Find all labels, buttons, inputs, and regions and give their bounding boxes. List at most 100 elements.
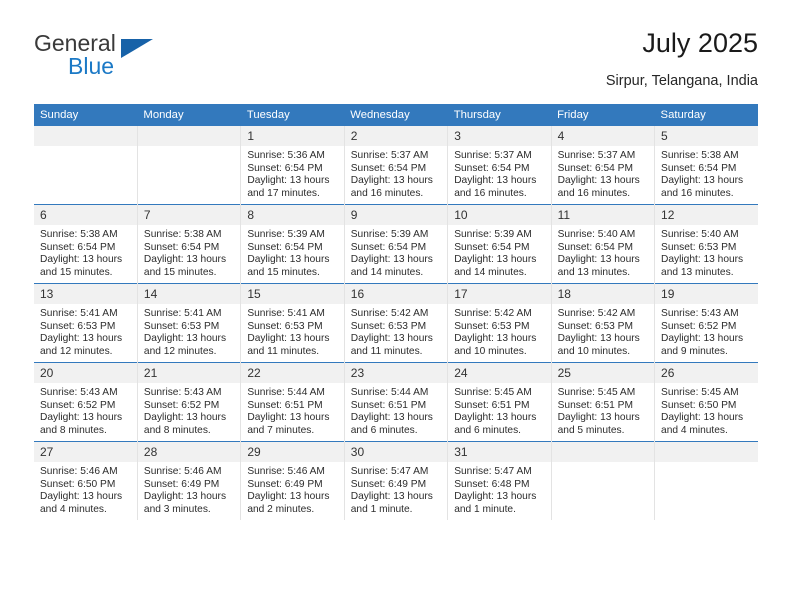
calendar-day-cell[interactable]: 19 Sunrise: 5:43 AM Sunset: 6:52 PM Dayligh… — [654, 283, 758, 363]
sunrise-text: Sunrise: 5:41 AM — [247, 308, 325, 319]
sunrise-text: Sunrise: 5:36 AM — [247, 150, 325, 161]
sunset-text: Sunset: 6:53 PM — [143, 320, 220, 332]
daylight-text: Daylight: 13 hours and 13 minutes. — [557, 254, 640, 278]
day-number: 12 — [655, 205, 758, 225]
day-number: 9 — [345, 205, 448, 225]
weekday-header-tuesday: Tuesday — [240, 104, 345, 126]
day-number: 14 — [138, 284, 241, 304]
day-details: Sunrise: 5:38 AM Sunset: 6:54 PM Daylight:… — [138, 225, 240, 279]
calendar-day-cell[interactable]: 12 Sunrise: 5:40 AM Sunset: 6:53 PM Dayligh… — [654, 204, 758, 284]
weekday-header-friday: Friday — [551, 104, 655, 126]
daylight-text: Daylight: 13 hours and 15 minutes. — [143, 254, 227, 278]
sunrise-text: Sunrise: 5:40 AM — [557, 229, 636, 240]
sunrise-text: Sunrise: 5:39 AM — [350, 229, 429, 240]
brand-logo[interactable]: General Blue — [34, 30, 274, 92]
daylight-text: Daylight: 13 hours and 3 minutes. — [143, 491, 227, 515]
calendar-day-cell[interactable]: 5 Sunrise: 5:38 AM Sunset: 6:54 PM Daylight… — [654, 126, 758, 205]
calendar-day-cell[interactable]: 29 Sunrise: 5:46 AM Sunset: 6:49 PM Dayligh… — [240, 441, 345, 520]
daylight-text: Daylight: 13 hours and 4 minutes. — [661, 412, 744, 436]
calendar-day-cell[interactable]: 20 Sunrise: 5:43 AM Sunset: 6:52 PM Dayligh… — [34, 362, 138, 442]
day-number: 24 — [448, 363, 551, 383]
calendar-day-cell[interactable]: 18 Sunrise: 5:42 AM Sunset: 6:53 PM Dayligh… — [550, 283, 655, 363]
daylight-text: Daylight: 13 hours and 7 minutes. — [247, 412, 330, 436]
sunrise-text: Sunrise: 5:37 AM — [454, 150, 532, 161]
calendar-day-cell[interactable]: 28 Sunrise: 5:46 AM Sunset: 6:49 PM Dayligh… — [136, 441, 241, 520]
location-subtitle: Sirpur, Telangana, India — [605, 73, 758, 89]
day-details: Sunrise: 5:39 AM Sunset: 6:54 PM Daylight:… — [242, 225, 344, 279]
day-details: Sunrise: 5:39 AM Sunset: 6:54 PM Daylight:… — [345, 225, 447, 279]
calendar-day-cell[interactable]: 7 Sunrise: 5:38 AM Sunset: 6:54 PM Daylight… — [136, 204, 241, 284]
day-details: Sunrise: 5:44 AM Sunset: 6:51 PM Daylight:… — [345, 383, 447, 437]
calendar-day-cell[interactable]: 16 Sunrise: 5:42 AM Sunset: 6:53 PM Dayligh… — [343, 283, 448, 363]
day-number: 25 — [552, 363, 655, 383]
calendar-day-cell-empty — [34, 126, 137, 205]
daylight-text: Daylight: 13 hours and 15 minutes. — [247, 254, 330, 278]
day-number: 10 — [448, 205, 551, 225]
calendar-week-row: 6 Sunrise: 5:38 AM Sunset: 6:54 PM Daylight… — [34, 204, 758, 284]
daylight-text: Daylight: 13 hours and 16 minutes. — [661, 175, 744, 199]
day-number — [138, 126, 241, 146]
sunset-text: Sunset: 6:48 PM — [454, 478, 530, 490]
day-number: 31 — [448, 442, 551, 462]
day-details: Sunrise: 5:47 AM Sunset: 6:48 PM Daylight:… — [449, 462, 551, 516]
day-number: 1 — [241, 126, 344, 146]
sunset-text: Sunset: 6:49 PM — [350, 478, 427, 490]
weekday-header-thursday: Thursday — [447, 104, 552, 126]
calendar-day-cell[interactable]: 17 Sunrise: 5:42 AM Sunset: 6:53 PM Dayligh… — [447, 283, 552, 363]
sunrise-text: Sunrise: 5:39 AM — [247, 229, 325, 240]
daylight-text: Daylight: 13 hours and 2 minutes. — [247, 491, 330, 515]
sunrise-text: Sunrise: 5:44 AM — [350, 387, 429, 398]
day-details: Sunrise: 5:37 AM Sunset: 6:54 PM Daylight:… — [449, 146, 551, 200]
day-number: 18 — [552, 284, 655, 304]
sunrise-text: Sunrise: 5:44 AM — [247, 387, 325, 398]
calendar-day-cell[interactable]: 25 Sunrise: 5:45 AM Sunset: 6:51 PM Dayligh… — [550, 362, 655, 442]
calendar-day-cell[interactable]: 13 Sunrise: 5:41 AM Sunset: 6:53 PM Dayligh… — [34, 283, 138, 363]
day-details: Sunrise: 5:43 AM Sunset: 6:52 PM Daylight:… — [138, 383, 240, 437]
calendar-day-cell[interactable]: 4 Sunrise: 5:37 AM Sunset: 6:54 PM Daylight… — [550, 126, 655, 205]
calendar-page: General Blue July 2025 Sirpur, Telangana… — [0, 0, 792, 612]
day-number: 13 — [34, 284, 137, 304]
calendar-day-cell[interactable]: 14 Sunrise: 5:41 AM Sunset: 6:53 PM Dayligh… — [136, 283, 241, 363]
daylight-text: Daylight: 13 hours and 11 minutes. — [350, 333, 433, 357]
sunrise-text: Sunrise: 5:45 AM — [454, 387, 532, 398]
weekday-header-row: Sunday Monday Tuesday Wednesday Thursday… — [34, 104, 758, 126]
sunset-text: Sunset: 6:51 PM — [350, 399, 427, 411]
calendar-day-cell[interactable]: 8 Sunrise: 5:39 AM Sunset: 6:54 PM Daylight… — [240, 204, 345, 284]
calendar-day-cell[interactable]: 6 Sunrise: 5:38 AM Sunset: 6:54 PM Daylight… — [34, 204, 138, 284]
daylight-text: Daylight: 13 hours and 11 minutes. — [247, 333, 330, 357]
calendar-day-cell[interactable]: 24 Sunrise: 5:45 AM Sunset: 6:51 PM Dayligh… — [447, 362, 552, 442]
calendar-day-cell[interactable]: 30 Sunrise: 5:47 AM Sunset: 6:49 PM Dayligh… — [343, 441, 448, 520]
calendar-day-cell[interactable]: 9 Sunrise: 5:39 AM Sunset: 6:54 PM Daylight… — [343, 204, 448, 284]
day-number: 23 — [345, 363, 448, 383]
day-number: 15 — [241, 284, 344, 304]
sunset-text: Sunset: 6:54 PM — [350, 162, 427, 174]
sunset-text: Sunset: 6:54 PM — [247, 241, 323, 253]
calendar-day-cell[interactable]: 15 Sunrise: 5:41 AM Sunset: 6:53 PM Dayligh… — [240, 283, 345, 363]
sunset-text: Sunset: 6:54 PM — [557, 162, 633, 174]
calendar-day-cell[interactable]: 22 Sunrise: 5:44 AM Sunset: 6:51 PM Dayligh… — [240, 362, 345, 442]
calendar-table: Sunday Monday Tuesday Wednesday Thursday… — [34, 104, 758, 520]
calendar-day-cell[interactable]: 21 Sunrise: 5:43 AM Sunset: 6:52 PM Dayligh… — [136, 362, 241, 442]
calendar-day-cell[interactable]: 3 Sunrise: 5:37 AM Sunset: 6:54 PM Daylight… — [447, 126, 552, 205]
calendar-day-cell[interactable]: 26 Sunrise: 5:45 AM Sunset: 6:50 PM Dayligh… — [654, 362, 758, 442]
calendar-day-cell[interactable]: 1 Sunrise: 5:36 AM Sunset: 6:54 PM Daylight… — [240, 126, 345, 205]
calendar-day-cell[interactable]: 2 Sunrise: 5:37 AM Sunset: 6:54 PM Daylight… — [343, 126, 448, 205]
triangle-flag-icon — [121, 39, 153, 58]
day-number — [552, 442, 655, 462]
sunrise-text: Sunrise: 5:47 AM — [350, 466, 429, 477]
calendar-day-cell[interactable]: 10 Sunrise: 5:39 AM Sunset: 6:54 PM Dayligh… — [447, 204, 552, 284]
sunset-text: Sunset: 6:54 PM — [143, 241, 220, 253]
calendar-week-row: 27 Sunrise: 5:46 AM Sunset: 6:50 PM Dayligh… — [34, 441, 758, 520]
daylight-text: Daylight: 13 hours and 13 minutes. — [661, 254, 744, 278]
daylight-text: Daylight: 13 hours and 9 minutes. — [661, 333, 744, 357]
day-details: Sunrise: 5:37 AM Sunset: 6:54 PM Daylight:… — [552, 146, 654, 200]
calendar-day-cell[interactable]: 23 Sunrise: 5:44 AM Sunset: 6:51 PM Dayligh… — [343, 362, 448, 442]
day-details: Sunrise: 5:45 AM Sunset: 6:50 PM Daylight:… — [656, 383, 758, 437]
sunset-text: Sunset: 6:51 PM — [454, 399, 530, 411]
sunset-text: Sunset: 6:53 PM — [661, 241, 737, 253]
calendar-day-cell[interactable]: 11 Sunrise: 5:40 AM Sunset: 6:54 PM Dayligh… — [550, 204, 655, 284]
calendar-day-cell[interactable]: 31 Sunrise: 5:47 AM Sunset: 6:48 PM Dayligh… — [447, 441, 552, 520]
calendar-day-cell[interactable]: 27 Sunrise: 5:46 AM Sunset: 6:50 PM Dayligh… — [34, 441, 138, 520]
sunrise-text: Sunrise: 5:37 AM — [350, 150, 429, 161]
daylight-text: Daylight: 13 hours and 6 minutes. — [350, 412, 433, 436]
